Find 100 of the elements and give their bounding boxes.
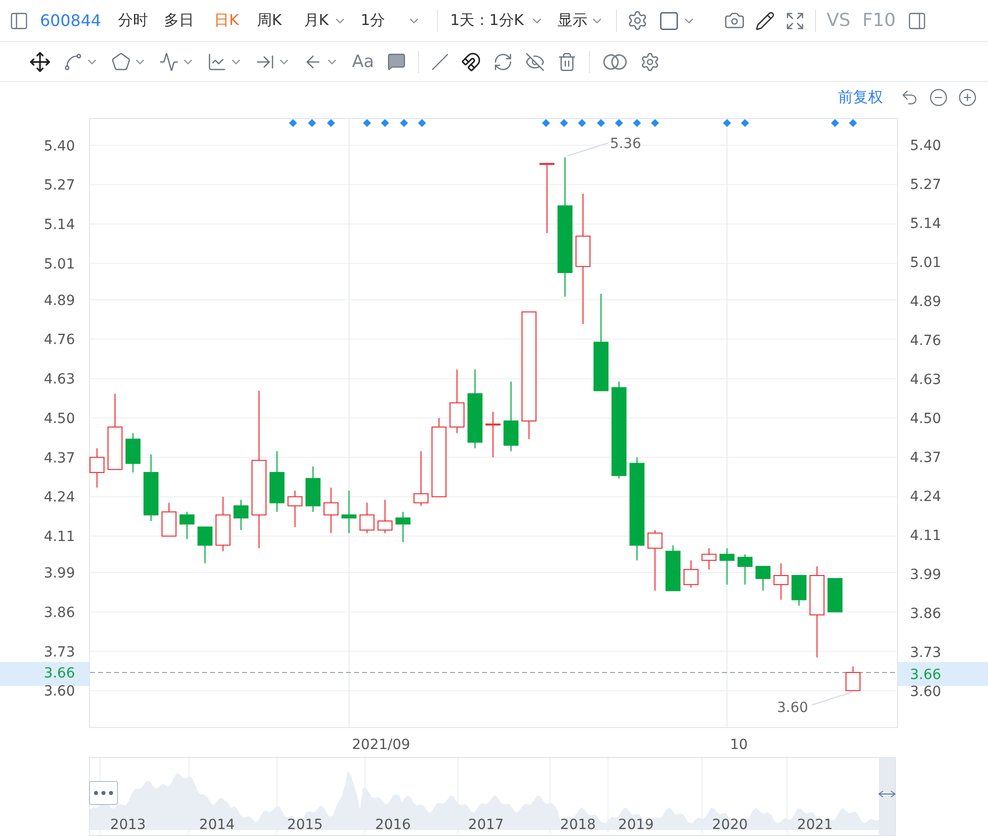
axis-label: 4.37 <box>910 450 942 466</box>
axis-label: 4.89 <box>910 294 942 310</box>
candlestick <box>720 548 734 586</box>
year-label: 2017 <box>468 817 504 833</box>
year-label: 2021 <box>797 817 833 833</box>
candlestick <box>198 526 212 564</box>
axis-label: 3.86 <box>910 606 942 622</box>
axis-label: 4.11 <box>910 528 942 544</box>
event-marker-icon[interactable] <box>651 119 659 127</box>
axis-label: 4.63 <box>44 372 75 388</box>
event-marker-icon[interactable] <box>723 119 731 127</box>
navigator-handle[interactable] <box>879 758 895 835</box>
axis-label: 4.50 <box>44 410 75 427</box>
period-dropdown[interactable]: 1分 <box>356 7 426 34</box>
event-marker-icon[interactable] <box>381 119 389 127</box>
axis-label: 3.73 <box>44 644 75 660</box>
candlestick <box>450 368 464 434</box>
more-button[interactable] <box>89 781 118 805</box>
candlestick <box>270 450 284 512</box>
axis-label: 3.99 <box>44 565 75 582</box>
candlestick <box>666 544 680 592</box>
candlestick <box>648 530 662 592</box>
candlestick <box>774 562 788 600</box>
candlestick <box>306 466 320 512</box>
axis-label: 5.01 <box>44 256 75 272</box>
axis-label: 5.40 <box>44 138 75 154</box>
axis-label: 4.24 <box>44 490 75 506</box>
axis-label: 5.01 <box>910 255 942 271</box>
event-marker-icon[interactable] <box>308 119 316 127</box>
candlestick <box>756 566 770 592</box>
event-marker-icon[interactable] <box>400 119 408 127</box>
period-dropdown[interactable]: 月K <box>298 7 352 34</box>
event-marker-icon[interactable] <box>615 119 623 127</box>
event-marker-icon[interactable] <box>831 119 839 127</box>
event-marker-icon[interactable] <box>597 119 605 127</box>
axis-label: 4.24 <box>910 489 942 505</box>
axis-label: 4.37 <box>44 450 75 466</box>
candlestick <box>324 487 338 534</box>
candlestick <box>738 554 752 586</box>
axis-label: 3.60 <box>44 684 75 700</box>
event-marker-icon[interactable] <box>289 119 297 127</box>
candlestick <box>216 496 230 552</box>
stock-code[interactable]: 600844 <box>40 11 102 30</box>
event-marker-icon[interactable] <box>542 119 550 127</box>
year-label: 2013 <box>110 817 146 833</box>
event-marker-icon[interactable] <box>741 119 749 127</box>
current-price-label: 3.66 <box>44 665 75 682</box>
high-price-label: 5.36 <box>610 136 642 152</box>
axis-label: 4.76 <box>910 333 942 349</box>
event-marker-icon[interactable] <box>363 119 371 127</box>
zigzag-line-icon <box>159 52 179 72</box>
square-icon <box>658 10 680 32</box>
event-marker-icon[interactable] <box>849 119 857 127</box>
period-tab[interactable]: 分时 <box>113 7 154 34</box>
candlestick <box>414 450 428 506</box>
curve-icon <box>63 52 83 72</box>
axis-label: 5.14 <box>44 217 75 234</box>
event-marker-icon[interactable] <box>578 119 586 127</box>
range-dropdown[interactable]: 1天 : 1分K <box>445 7 549 34</box>
candlestick <box>162 502 176 537</box>
candlestick <box>126 432 140 473</box>
candlestick <box>396 511 410 543</box>
date-label: 2021/09 <box>352 737 410 752</box>
axis-label: 4.76 <box>44 332 75 348</box>
candlestick <box>702 548 716 570</box>
candlestick <box>684 560 698 588</box>
candlestick <box>378 499 392 534</box>
candlestick <box>288 490 302 528</box>
axis-label: 4.63 <box>910 372 942 388</box>
candlestick <box>342 490 356 534</box>
event-marker-icon[interactable] <box>633 119 641 127</box>
display-dropdown[interactable]: 显示 <box>552 7 609 34</box>
axis-label: 4.11 <box>44 529 75 546</box>
year-label: 2016 <box>375 817 411 833</box>
candlestick <box>360 502 374 534</box>
year-label: 2018 <box>560 817 596 833</box>
candlestick <box>180 511 194 540</box>
axis-label: 4.89 <box>44 292 75 309</box>
event-marker-icon[interactable] <box>418 119 426 127</box>
candlestick <box>540 162 554 234</box>
candlestick <box>504 381 518 452</box>
current-price-label: 3.66 <box>910 667 942 683</box>
candlestick <box>144 454 158 522</box>
period-tab[interactable]: 周K <box>252 7 287 34</box>
leader-line <box>566 142 608 156</box>
axis-label: 3.86 <box>44 604 75 621</box>
period-tab[interactable]: 多日 <box>159 7 200 34</box>
adjust-toggle[interactable]: 前复权 <box>834 86 887 108</box>
event-marker-icon[interactable] <box>327 119 335 127</box>
candlestick <box>234 499 248 531</box>
low-price-label: 3.60 <box>777 700 808 716</box>
resize-arrows-icon[interactable] <box>878 790 896 798</box>
text-tool[interactable]: Aa <box>348 50 378 74</box>
year-label: 2015 <box>287 817 323 833</box>
axis-label: 5.27 <box>910 177 942 193</box>
year-label: 2014 <box>199 817 235 833</box>
year-label: 2020 <box>712 817 748 833</box>
axis-label: 3.99 <box>910 567 942 583</box>
candlestick <box>90 448 104 488</box>
event-marker-icon[interactable] <box>560 119 568 127</box>
